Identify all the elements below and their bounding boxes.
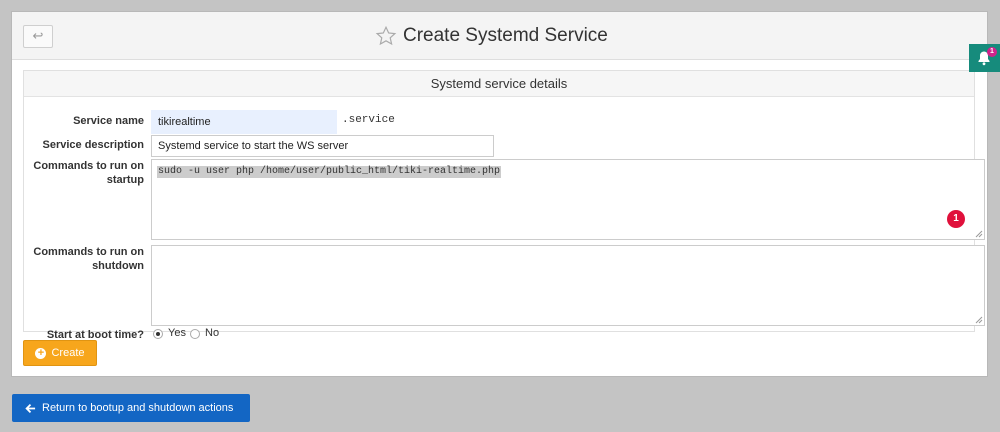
notification-tab[interactable]: 1 [969, 44, 1000, 72]
startup-label-line1: Commands to run on [33, 160, 144, 172]
startup-commands-label: Commands to run on startup [24, 159, 144, 187]
create-button[interactable]: + Create [23, 340, 97, 366]
boot-no-label: No [205, 327, 220, 339]
shutdown-label-line2: shutdown [92, 260, 144, 272]
notification-count-badge: 1 [987, 47, 997, 57]
service-name-input[interactable]: tikirealtime [151, 110, 337, 134]
error-badge: 1 [947, 210, 965, 228]
service-form: Systemd service details Service name tik… [23, 70, 985, 341]
startup-command-text: sudo -u user php /home/user/public_html/… [157, 166, 502, 178]
service-description-label: Service description [42, 139, 145, 151]
return-button[interactable]: Return to bootup and shutdown actions [12, 394, 250, 422]
arrow-left-icon [25, 403, 36, 413]
resize-handle-icon[interactable] [975, 230, 983, 238]
back-arrow-icon: ↩ [32, 28, 44, 43]
resize-handle-icon[interactable] [975, 316, 983, 324]
shutdown-commands-label: Commands to run on shutdown [24, 245, 144, 273]
startup-commands-textarea[interactable]: sudo -u user php /home/user/public_html/… [151, 159, 985, 240]
form-caption: Systemd service details [24, 71, 974, 97]
create-button-label: Create [51, 347, 85, 359]
return-button-label: Return to bootup and shutdown actions [42, 402, 234, 414]
shutdown-label-line1: Commands to run on [33, 246, 144, 258]
main-panel: ↩ Create Systemd Service Systemd service… [11, 11, 988, 377]
page-title: Create Systemd Service [403, 25, 608, 46]
star-icon[interactable] [375, 25, 397, 47]
plus-circle-icon: + [35, 347, 47, 359]
service-suffix: .service [342, 114, 395, 126]
service-name-label: Service name [73, 115, 144, 127]
boot-yes-radio[interactable] [153, 329, 163, 339]
service-description-input[interactable]: Systemd service to start the WS server [151, 135, 494, 157]
startup-label-line2: startup [106, 174, 144, 186]
shutdown-commands-textarea[interactable] [151, 245, 985, 326]
panel-header: ↩ Create Systemd Service [12, 12, 987, 60]
back-button[interactable]: ↩ [23, 25, 53, 48]
boot-yes-label: Yes [168, 327, 186, 339]
title-wrap: Create Systemd Service [375, 22, 608, 50]
boot-no-radio[interactable] [190, 329, 200, 339]
